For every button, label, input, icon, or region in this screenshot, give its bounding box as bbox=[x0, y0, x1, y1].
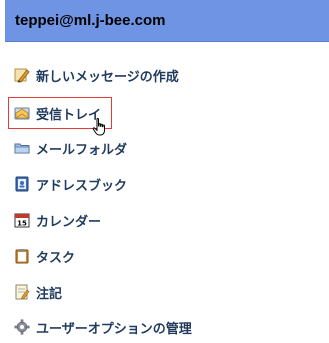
calendar-icon: 15 bbox=[14, 212, 30, 228]
hand-pointer-icon bbox=[92, 118, 105, 136]
address-book-icon bbox=[14, 176, 30, 192]
gear-icon bbox=[14, 319, 30, 335]
menu-item-label: 新しいメッセージの作成 bbox=[36, 69, 179, 85]
menu-item-label: ユーザーオプションの管理 bbox=[36, 321, 192, 337]
menu-item-label: メールフォルダ bbox=[36, 142, 128, 158]
menu-item-label: アドレスブック bbox=[36, 178, 128, 194]
menu-item-label: 注記 bbox=[36, 286, 63, 302]
menu-item-compose[interactable]: 新しいメッセージの作成 bbox=[14, 65, 179, 85]
task-clipboard-icon bbox=[14, 248, 30, 264]
compose-pencil-icon bbox=[14, 67, 30, 83]
menu-item-user-options[interactable]: ユーザーオプションの管理 bbox=[14, 317, 192, 337]
menu-item-label: タスク bbox=[36, 250, 76, 266]
menu-item-calendar[interactable]: 15 カレンダー bbox=[14, 210, 101, 230]
menu-item-mail-folders[interactable]: メールフォルダ bbox=[14, 138, 127, 158]
menu-item-tasks[interactable]: タスク bbox=[14, 246, 75, 266]
menu-item-address-book[interactable]: アドレスブック bbox=[14, 174, 127, 194]
note-icon bbox=[14, 284, 30, 300]
svg-text:15: 15 bbox=[17, 220, 27, 228]
folder-icon bbox=[14, 140, 30, 156]
menu-item-label: カレンダー bbox=[36, 214, 102, 230]
menu-item-notes[interactable]: 注記 bbox=[14, 282, 62, 302]
main-menu: 新しいメッセージの作成 受信トレイ メールフォルダ アドレスブック 15 カレン… bbox=[0, 0, 329, 343]
